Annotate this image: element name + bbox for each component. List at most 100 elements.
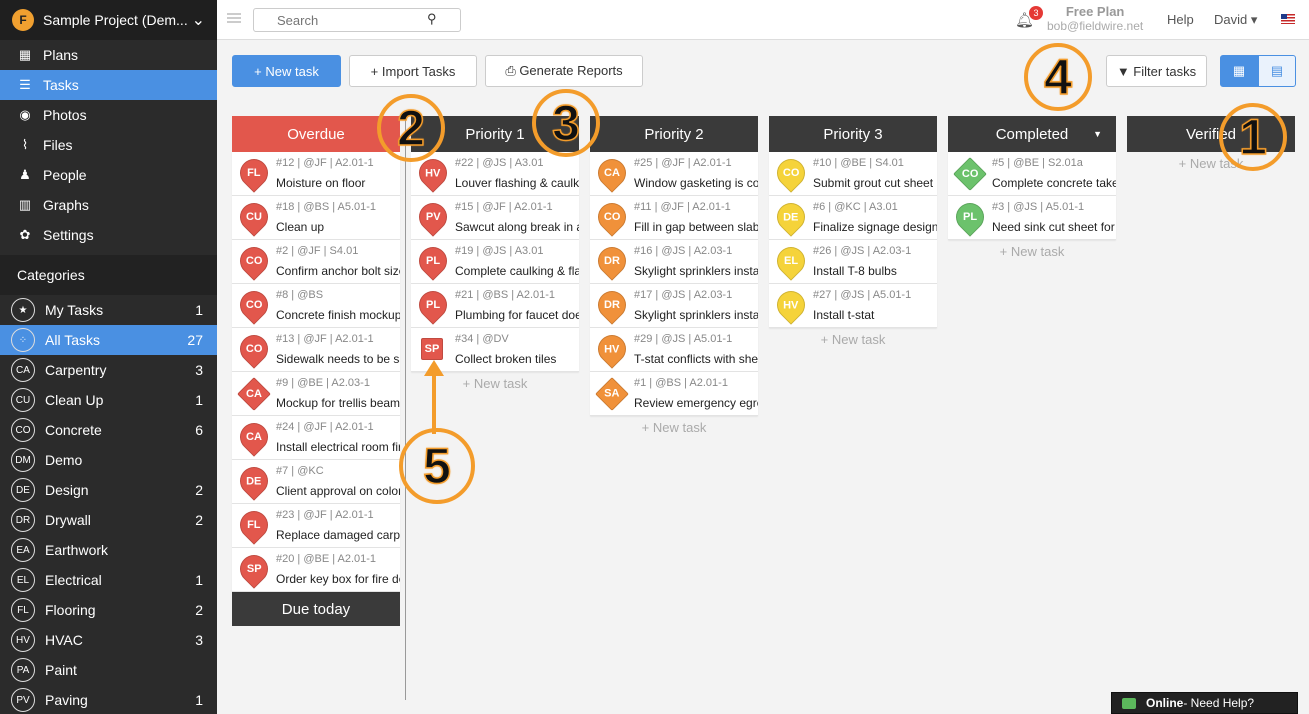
categories-header: Categories — [0, 255, 217, 295]
category-item[interactable]: HV HVAC 3 — [0, 625, 217, 655]
task-card[interactable]: DR #16 | @JS | A2.03-1 Skylight sprinkle… — [590, 240, 758, 284]
user-menu[interactable]: David ▾ — [1214, 12, 1257, 28]
task-card[interactable]: HV #27 | @JS | A5.01-1 Install t-stat — [769, 284, 937, 328]
nav-item-tasks[interactable]: ☰ Tasks — [0, 70, 217, 100]
import-tasks-button[interactable]: + Import Tasks — [349, 55, 477, 87]
nav-item-files[interactable]: ⌇ Files — [0, 130, 217, 160]
category-count: 3 — [195, 632, 203, 648]
task-card[interactable]: PL #19 | @JS | A3.01 Complete caulking &… — [411, 240, 579, 284]
task-card[interactable]: HV #22 | @JS | A3.01 Louver flashing & c… — [411, 152, 579, 196]
task-card[interactable]: DR #17 | @JS | A2.03-1 Skylight sprinkle… — [590, 284, 758, 328]
task-meta: #23 | @JF | A2.01-1 — [276, 509, 374, 521]
column-title: Overdue — [287, 125, 345, 143]
category-item[interactable]: ⁘ All Tasks 27 — [0, 325, 217, 355]
callout-4: 4 — [1024, 43, 1092, 111]
task-meta: #11 | @JF | A2.01-1 — [634, 201, 731, 213]
task-card[interactable]: FL #12 | @JF | A2.01-1 Moisture on floor — [232, 152, 400, 196]
search-icon[interactable]: ⚲ — [427, 11, 437, 27]
nav-item-settings[interactable]: ✿ Settings — [0, 220, 217, 250]
category-badge-icon: ★ — [11, 298, 35, 322]
task-card[interactable]: HV #29 | @JS | A5.01-1 T-stat conflicts … — [590, 328, 758, 372]
category-item[interactable]: ★ My Tasks 1 — [0, 295, 217, 325]
plan-info[interactable]: Free Plan bob@fieldwire.net — [1047, 4, 1143, 34]
nav-item-photos[interactable]: ◉ Photos — [0, 100, 217, 130]
category-pin-icon: DE — [234, 461, 274, 501]
task-title: Sidewalk needs to be saw — [276, 352, 400, 366]
category-item[interactable]: CU Clean Up 1 — [0, 385, 217, 415]
task-card[interactable]: CO #11 | @JF | A2.01-1 Fill in gap betwe… — [590, 196, 758, 240]
task-card[interactable]: CO #8 | @BS Concrete finish mockup — [232, 284, 400, 328]
category-pin-icon: CO — [234, 329, 274, 369]
column-header[interactable]: Completed ▼ — [948, 116, 1116, 152]
category-item[interactable]: CA Carpentry 3 — [0, 355, 217, 385]
new-task-link[interactable]: + New task — [590, 416, 758, 435]
task-card[interactable]: SA #1 | @BS | A2.01-1 Review emergency e… — [590, 372, 758, 416]
board-column: Priority 2 CA #25 | @JF | A2.01-1 Window… — [590, 116, 758, 435]
chat-widget[interactable]: Online - Need Help? — [1111, 692, 1298, 714]
task-meta: #6 | @KC | A3.01 — [813, 201, 898, 213]
grid-view-icon[interactable]: ▦ — [1220, 55, 1258, 87]
nav-item-graphs[interactable]: ▥ Graphs — [0, 190, 217, 220]
category-item[interactable]: FL Flooring 2 — [0, 595, 217, 625]
task-card[interactable]: PL #21 | @BS | A2.01-1 Plumbing for fauc… — [411, 284, 579, 328]
category-item[interactable]: EA Earthwork — [0, 535, 217, 565]
category-item[interactable]: DM Demo — [0, 445, 217, 475]
due-today-header[interactable]: Due today — [232, 592, 400, 626]
column-header[interactable]: Priority 3 — [769, 116, 937, 152]
help-link[interactable]: Help — [1167, 12, 1194, 27]
category-label: HVAC — [45, 632, 83, 648]
generate-reports-button[interactable]: ⎙ Generate Reports — [485, 55, 643, 87]
nav-item-label: Files — [43, 137, 73, 153]
category-label: Clean Up — [45, 392, 104, 408]
task-card[interactable]: DE #6 | @KC | A3.01 Finalize signage des… — [769, 196, 937, 240]
category-pin-icon: DR — [592, 285, 632, 325]
us-flag-icon[interactable] — [1281, 14, 1295, 24]
task-card[interactable]: CU #18 | @BS | A5.01-1 Clean up — [232, 196, 400, 240]
task-card[interactable]: CA #25 | @JF | A2.01-1 Window gasketing … — [590, 152, 758, 196]
caret-down-icon[interactable]: ▼ — [1093, 129, 1102, 139]
task-card[interactable]: EL #26 | @JS | A2.03-1 Install T-8 bulbs — [769, 240, 937, 284]
task-card[interactable]: PL #3 | @JS | A5.01-1 Need sink cut shee… — [948, 196, 1116, 240]
task-card[interactable]: FL #23 | @JF | A2.01-1 Replace damaged c… — [232, 504, 400, 548]
category-badge-icon: DM — [11, 448, 35, 472]
top-bar: ⚲ 🔔︎ 3 Free Plan bob@fieldwire.net Help … — [217, 0, 1309, 40]
category-item[interactable]: CO Concrete 6 — [0, 415, 217, 445]
category-item[interactable]: PA Paint — [0, 655, 217, 685]
category-item[interactable]: DR Drywall 2 — [0, 505, 217, 535]
category-count: 2 — [195, 512, 203, 528]
task-card[interactable]: CA #24 | @JF | A2.01-1 Install electrica… — [232, 416, 400, 460]
category-item[interactable]: DE Design 2 — [0, 475, 217, 505]
project-selector[interactable]: F Sample Project (Dem... ⌄ — [0, 0, 217, 40]
category-count: 1 — [195, 302, 203, 318]
task-card[interactable]: CA #9 | @BE | A2.03-1 Mockup for trellis… — [232, 372, 400, 416]
nav-item-plans[interactable]: ▦ Plans — [0, 40, 217, 70]
category-pin-icon: CU — [234, 197, 274, 237]
nav-item-label: Tasks — [43, 77, 79, 93]
calendar-view-icon[interactable]: ▤ — [1258, 55, 1296, 87]
category-item[interactable]: EL Electrical 1 — [0, 565, 217, 595]
hamburger-menu-icon[interactable] — [227, 13, 241, 23]
category-item[interactable]: PV Paving 1 — [0, 685, 217, 714]
new-task-link[interactable]: + New task — [948, 240, 1116, 259]
nav-item-label: Graphs — [43, 197, 89, 213]
task-meta: #17 | @JS | A2.03-1 — [634, 289, 733, 301]
column-header[interactable]: Priority 2 — [590, 116, 758, 152]
filter-tasks-button[interactable]: ▼ Filter tasks — [1106, 55, 1207, 87]
task-meta: #20 | @BE | A2.01-1 — [276, 553, 377, 565]
task-card[interactable]: DE #7 | @KC Client approval on color — [232, 460, 400, 504]
task-card[interactable]: PV #15 | @JF | A2.01-1 Sawcut along brea… — [411, 196, 579, 240]
nav-item-label: People — [43, 167, 87, 183]
chat-text: - Need Help? — [1183, 696, 1255, 710]
task-card[interactable]: CO #10 | @BE | S4.01 Submit grout cut sh… — [769, 152, 937, 196]
new-task-button[interactable]: + New task — [232, 55, 341, 87]
category-pin-icon: PL — [413, 285, 453, 325]
task-card[interactable]: CO #5 | @BE | S2.01a Complete concrete t… — [948, 152, 1116, 196]
category-label: All Tasks — [45, 332, 100, 348]
task-card[interactable]: CO #13 | @JF | A2.01-1 Sidewalk needs to… — [232, 328, 400, 372]
task-card[interactable]: SP #20 | @BE | A2.01-1 Order key box for… — [232, 548, 400, 592]
category-count: 2 — [195, 482, 203, 498]
column-header[interactable]: Overdue — [232, 116, 400, 152]
task-card[interactable]: CO #2 | @JF | S4.01 Confirm anchor bolt … — [232, 240, 400, 284]
new-task-link[interactable]: + New task — [769, 328, 937, 347]
nav-item-people[interactable]: ♟ People — [0, 160, 217, 190]
